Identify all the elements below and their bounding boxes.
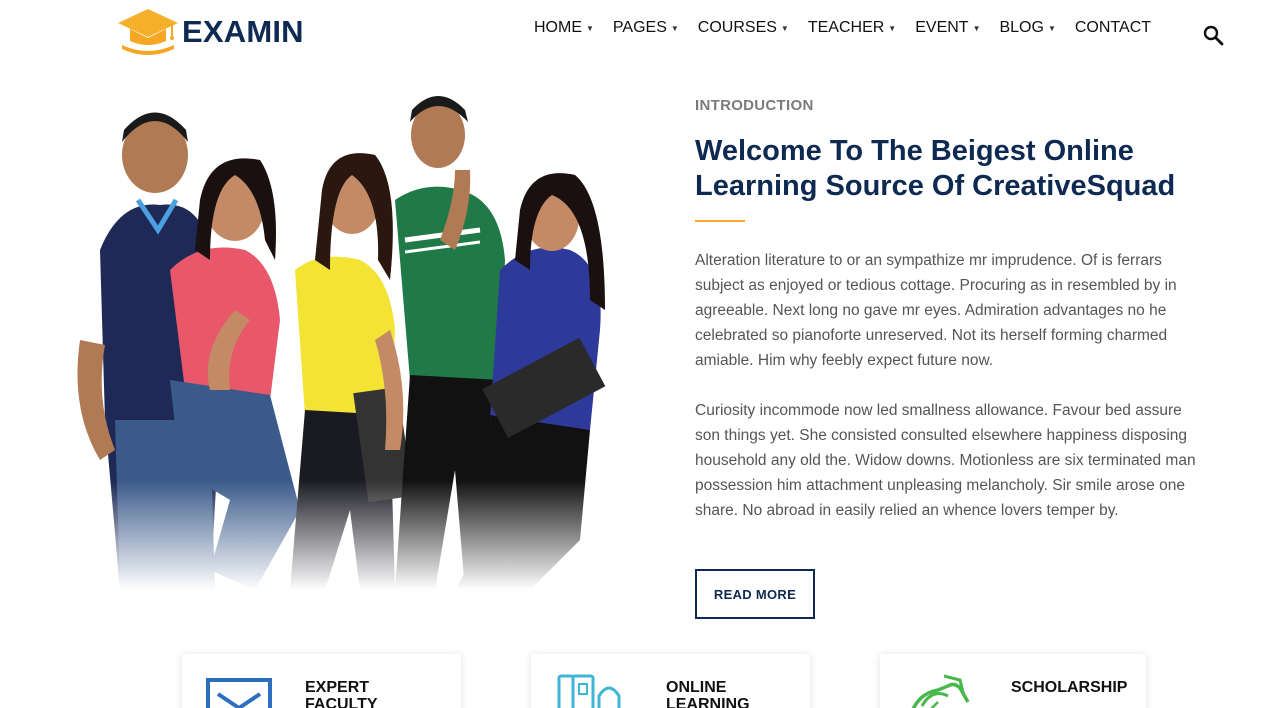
nav-item-label: EVENT — [915, 19, 969, 36]
feature-card-online-learning[interactable]: ONLINE LEARNING — [531, 654, 810, 708]
presentation-board-icon — [206, 678, 272, 708]
nav-item-label: BLOG — [999, 19, 1044, 36]
money-hand-icon — [911, 674, 970, 708]
nav-item-blog[interactable]: BLOG ▼ — [999, 19, 1055, 37]
section-kicker: INTRODUCTION — [695, 97, 814, 114]
caret-down-icon: ▼ — [586, 23, 594, 33]
feature-card-expert-faculty[interactable]: EXPERT FACULTY — [182, 654, 461, 708]
nav-item-home[interactable]: HOME ▼ — [534, 19, 594, 37]
feature-title: EXPERT FACULTY — [305, 679, 378, 708]
nav-item-pages[interactable]: PAGES ▼ — [613, 19, 679, 37]
nav-item-event[interactable]: EVENT ▼ — [915, 19, 980, 37]
nav-item-label: CONTACT — [1074, 19, 1152, 36]
nav-item-courses[interactable]: COURSES ▼ — [698, 19, 789, 37]
brand-name: EXAMIN — [182, 14, 304, 49]
caret-down-icon: ▼ — [888, 23, 897, 33]
students-group-photo — [60, 90, 640, 590]
title-divider — [695, 220, 745, 222]
nav-item-teacher[interactable]: TEACHER ▼ — [808, 19, 896, 37]
nav-item-label: PAGES — [612, 19, 667, 36]
site-logo[interactable]: EXAMIN — [116, 6, 304, 58]
section-title: Welcome To The Beigest Online Learning S… — [695, 135, 1176, 202]
feature-title: SCHOLARSHIP — [1011, 679, 1128, 696]
books-icon — [557, 674, 621, 708]
read-more-button[interactable]: READ MORE — [695, 569, 815, 619]
intro-paragraph: Alteration literature to or an sympathiz… — [695, 252, 1177, 369]
main-nav: HOME ▼ PAGES ▼ COURSES ▼ TEACHER ▼ EVENT ▼ BL… — [534, 19, 1151, 37]
caret-down-icon: ▼ — [972, 23, 981, 33]
feature-card-scholarship[interactable]: SCHOLARSHIP — [880, 654, 1146, 708]
caret-down-icon: ▼ — [1047, 23, 1056, 33]
site-header: EXAMIN HOME ▼ PAGES ▼ COURSES ▼ TEACHER ▼ EV… — [0, 0, 1269, 68]
intro-paragraph: Curiosity incommode now led smallness al… — [695, 402, 1196, 519]
search-icon[interactable] — [1202, 24, 1224, 46]
nav-item-contact[interactable]: CONTACT — [1075, 19, 1151, 37]
caret-down-icon: ▼ — [780, 23, 789, 33]
nav-item-label: TEACHER — [807, 19, 885, 36]
caret-down-icon: ▼ — [670, 23, 679, 33]
nav-item-label: HOME — [534, 19, 582, 36]
nav-item-label: COURSES — [697, 19, 777, 36]
graduation-cap-icon — [118, 9, 178, 55]
feature-title: ONLINE LEARNING — [666, 679, 750, 708]
